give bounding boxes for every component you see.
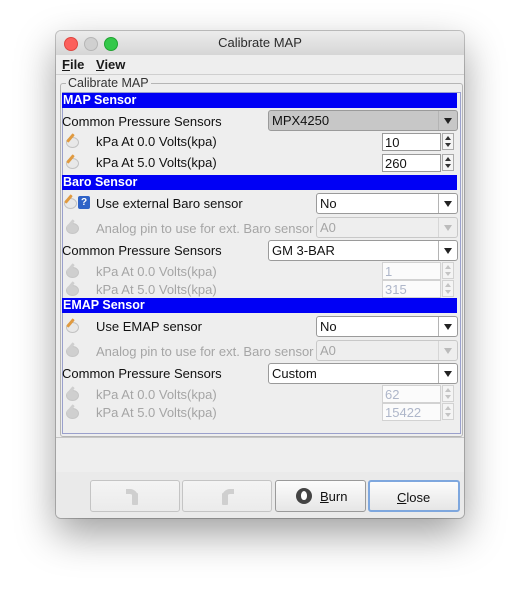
- baro-kpa5-label: kPa At 5.0 Volts(kpa): [96, 282, 217, 297]
- emap-common-sensors-label: Common Pressure Sensors: [62, 366, 222, 381]
- map-kpa0-field[interactable]: 10: [382, 133, 441, 151]
- pencil-icon: [64, 263, 80, 278]
- pencil-icon: [64, 342, 80, 357]
- redo-button[interactable]: [182, 480, 272, 512]
- baro-analog-pin-select: A0: [316, 217, 458, 238]
- close-button[interactable]: Close: [368, 480, 460, 512]
- map-kpa5-stepper[interactable]: [442, 154, 454, 171]
- chevron-down-icon: [438, 317, 457, 336]
- button-bar: Burn Close: [56, 472, 464, 518]
- emap-analog-pin-label: Analog pin to use for ext. Baro sensor: [96, 344, 314, 359]
- baro-use-external-select[interactable]: No: [316, 193, 458, 214]
- map-kpa0-stepper[interactable]: [442, 133, 454, 150]
- pencil-icon: [64, 219, 80, 234]
- close-label-rest: lose: [406, 490, 431, 505]
- chevron-down-icon: [438, 341, 457, 360]
- emap-kpa5-value: 15422: [385, 405, 422, 420]
- emap-kpa5-field: 15422: [382, 403, 441, 421]
- chevron-down-icon: [438, 111, 457, 130]
- emap-kpa0-field: 62: [382, 385, 441, 403]
- emap-kpa5-label: kPa At 5.0 Volts(kpa): [96, 405, 217, 420]
- map-common-sensors-value: MPX4250: [272, 113, 330, 128]
- map-kpa5-spinner[interactable]: 260: [382, 154, 454, 172]
- baro-kpa0-stepper: [442, 262, 454, 279]
- burn-button[interactable]: Burn: [275, 480, 366, 512]
- fire-icon: [296, 488, 312, 504]
- emap-analog-pin-select: A0: [316, 340, 458, 361]
- pencil-icon: [64, 404, 80, 419]
- emap-common-sensors-select[interactable]: Custom: [268, 363, 458, 384]
- menu-file[interactable]: File: [62, 57, 84, 72]
- baro-kpa5-field: 315: [382, 280, 441, 298]
- baro-kpa0-field: 1: [382, 262, 441, 280]
- emap-use-value: No: [320, 319, 337, 334]
- burn-label-rest: urn: [328, 489, 348, 504]
- map-common-sensors-label: Common Pressure Sensors: [62, 114, 222, 129]
- redo-icon: [216, 488, 236, 505]
- window-title: Calibrate MAP: [218, 35, 302, 50]
- emap-use-label: Use EMAP sensor: [96, 319, 202, 334]
- status-bar: [56, 437, 464, 473]
- menu-view[interactable]: View: [96, 57, 125, 72]
- emap-kpa5-stepper: [442, 403, 454, 420]
- pencil-icon: [64, 386, 80, 401]
- group-title: Calibrate MAP: [66, 76, 151, 90]
- baro-common-sensors-value: GM 3-BAR: [272, 243, 335, 258]
- menu-file-mnemonic: F: [62, 57, 70, 72]
- emap-kpa5-spinner: 15422: [382, 403, 454, 421]
- burn-mnemonic: B: [320, 489, 329, 504]
- map-common-sensors-select[interactable]: MPX4250: [268, 110, 458, 131]
- emap-kpa0-spinner: 62: [382, 385, 454, 403]
- pencil-icon[interactable]: [62, 194, 78, 209]
- map-kpa5-label: kPa At 5.0 Volts(kpa): [96, 155, 217, 170]
- map-kpa5-field[interactable]: 260: [382, 154, 441, 172]
- undo-icon: [124, 488, 144, 505]
- close-button-label: Close: [397, 490, 430, 505]
- baro-kpa0-value: 1: [385, 264, 393, 279]
- baro-kpa5-stepper: [442, 280, 454, 297]
- emap-kpa0-stepper: [442, 385, 454, 402]
- close-mnemonic: C: [397, 490, 407, 505]
- pencil-icon[interactable]: [64, 154, 80, 169]
- map-sensor-header: MAP Sensor: [62, 93, 457, 108]
- baro-use-external-label: Use external Baro sensor: [96, 196, 243, 211]
- baro-analog-pin-value: A0: [320, 220, 336, 235]
- pencil-icon[interactable]: [64, 318, 80, 333]
- emap-kpa0-label: kPa At 0.0 Volts(kpa): [96, 387, 217, 402]
- emap-analog-pin-value: A0: [320, 343, 336, 358]
- burn-button-label: Burn: [320, 489, 347, 504]
- chevron-down-icon: [438, 194, 457, 213]
- undo-button[interactable]: [90, 480, 180, 512]
- map-kpa0-value: 10: [385, 135, 400, 150]
- chevron-down-icon: [438, 364, 457, 383]
- emap-use-select[interactable]: No: [316, 316, 458, 337]
- emap-common-sensors-value: Custom: [272, 366, 317, 381]
- baro-use-external-value: No: [320, 196, 337, 211]
- chevron-down-icon: [438, 241, 457, 260]
- map-kpa5-value: 260: [385, 156, 407, 171]
- title-bar[interactable]: Calibrate MAP: [56, 31, 464, 56]
- emap-kpa0-value: 62: [385, 387, 400, 402]
- help-icon[interactable]: ?: [78, 196, 90, 209]
- baro-analog-pin-label: Analog pin to use for ext. Baro sensor: [96, 221, 314, 236]
- pencil-icon[interactable]: [64, 133, 80, 148]
- baro-kpa5-spinner: 315: [382, 280, 454, 298]
- menu-bar: File View: [56, 55, 464, 75]
- map-kpa0-spinner[interactable]: 10: [382, 133, 454, 151]
- map-kpa0-label: kPa At 0.0 Volts(kpa): [96, 134, 217, 149]
- baro-kpa0-spinner: 1: [382, 262, 454, 280]
- baro-kpa5-value: 315: [385, 282, 407, 297]
- baro-common-sensors-select[interactable]: GM 3-BAR: [268, 240, 458, 261]
- calibrate-map-window: Calibrate MAP File View Calibrate MAP MA…: [56, 31, 464, 518]
- emap-sensor-header: EMAP Sensor: [62, 298, 457, 313]
- baro-common-sensors-label: Common Pressure Sensors: [62, 243, 222, 258]
- pencil-icon: [64, 281, 80, 296]
- menu-view-label: iew: [104, 57, 126, 72]
- baro-sensor-header: Baro Sensor: [62, 175, 457, 190]
- baro-kpa0-label: kPa At 0.0 Volts(kpa): [96, 264, 217, 279]
- chevron-down-icon: [438, 218, 457, 237]
- menu-file-label: ile: [69, 57, 85, 72]
